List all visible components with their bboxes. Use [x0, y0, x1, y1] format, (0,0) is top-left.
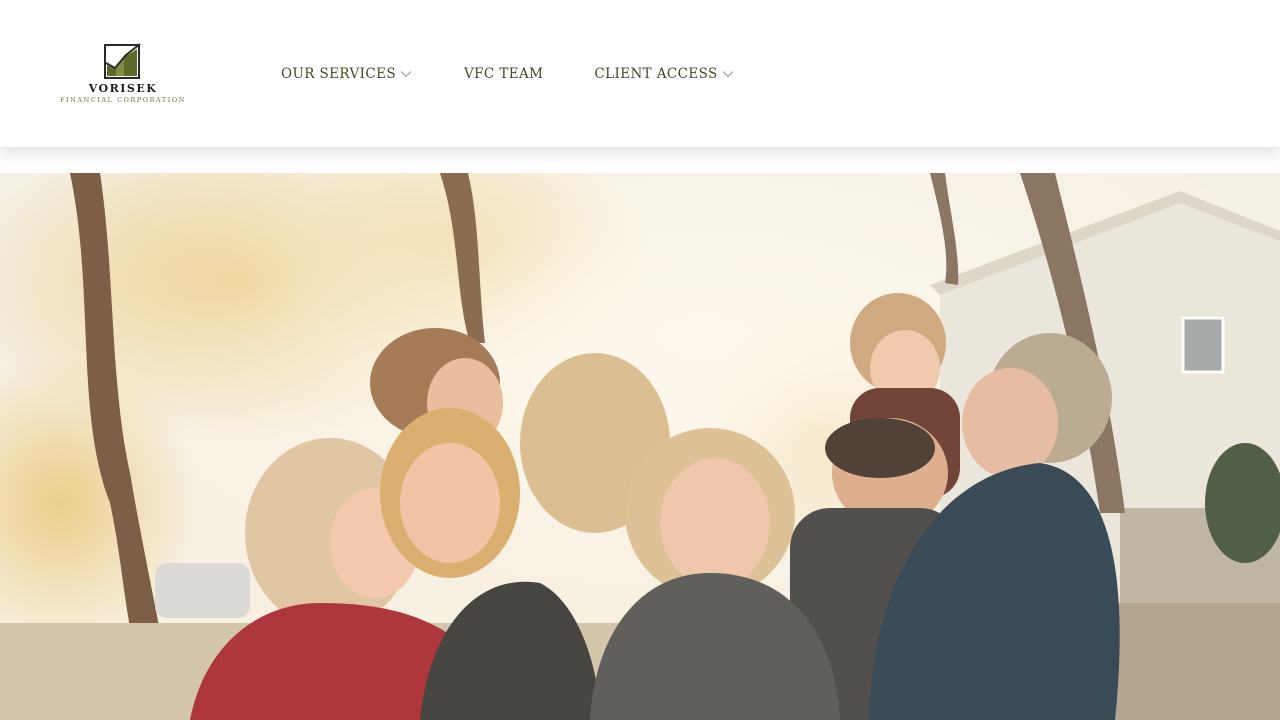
nav-our-services-label: OUR SERVICES — [281, 66, 397, 82]
chevron-down-icon — [400, 71, 412, 78]
site-header: VORISEK FINANCIAL CORPORATION OUR SERVIC… — [0, 0, 1280, 147]
nav-vfc-team[interactable]: VFC TEAM — [464, 66, 543, 82]
logo[interactable]: VORISEK FINANCIAL CORPORATION — [55, 43, 191, 105]
brand-name: VORISEK — [88, 82, 158, 95]
hero-image — [0, 173, 1280, 720]
nav-our-services[interactable]: OUR SERVICES — [281, 66, 412, 82]
nav-vfc-team-label: VFC TEAM — [464, 66, 544, 82]
main-nav: OUR SERVICES VFC TEAM CLIENT ACCESS — [281, 64, 734, 84]
chevron-down-icon — [722, 71, 734, 78]
nav-client-access-label: CLIENT ACCESS — [594, 66, 718, 82]
brand-subtitle: FINANCIAL CORPORATION — [60, 96, 186, 104]
nav-client-access[interactable]: CLIENT ACCESS — [594, 66, 734, 82]
logo-chart-icon — [104, 43, 141, 79]
family-photo — [0, 173, 1280, 720]
